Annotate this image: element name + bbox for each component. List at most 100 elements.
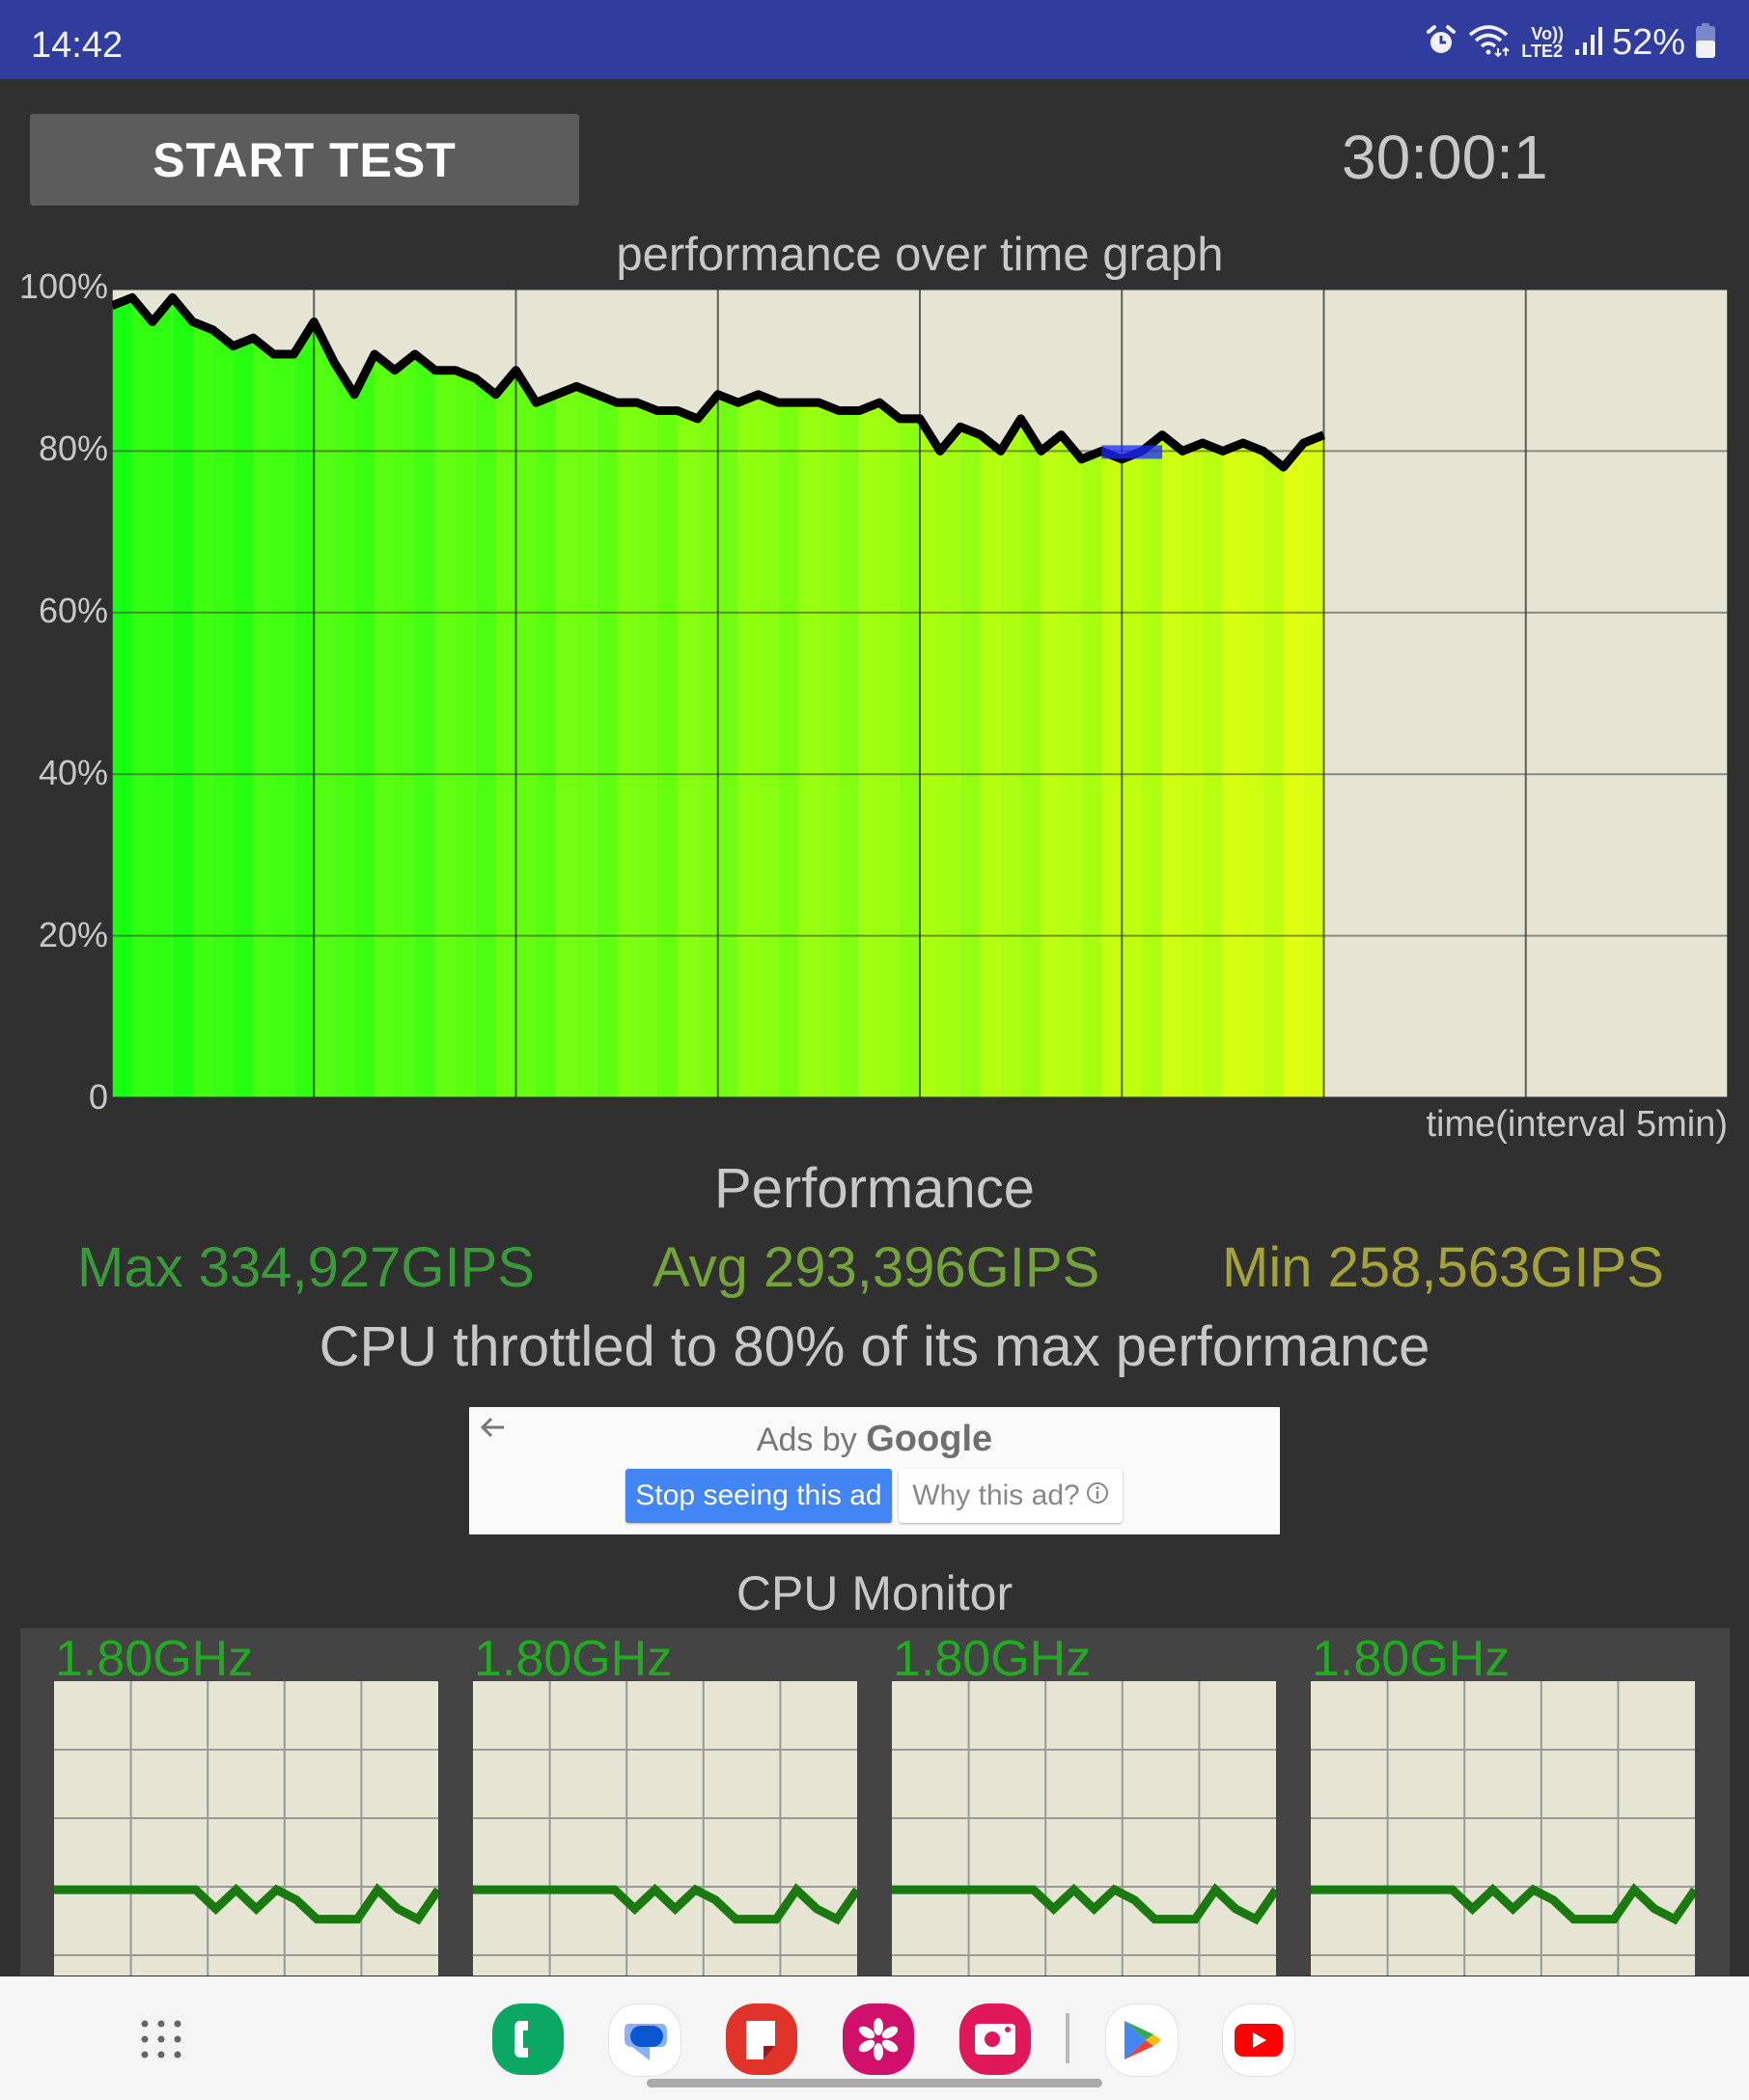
min-performance: Min 258,563GIPS — [1222, 1236, 1664, 1299]
performance-area-segment — [273, 353, 294, 1097]
performance-area-segment — [717, 394, 738, 1097]
apps-grid-icon — [141, 2020, 181, 2059]
gallery-app[interactable] — [843, 2003, 914, 2075]
why-this-ad-label: Why this ad? — [912, 1479, 1080, 1511]
y-tick-0: 0 — [88, 1077, 108, 1117]
battery-icon — [1695, 22, 1716, 63]
performance-area-segment — [617, 402, 638, 1097]
core-chart-background — [892, 1681, 1276, 1976]
performance-area-segment — [212, 329, 234, 1097]
apps-drawer-button[interactable] — [125, 2003, 197, 2075]
performance-area-segment — [778, 402, 799, 1097]
performance-area-segment — [152, 297, 173, 1097]
start-test-button[interactable]: START TEST — [30, 114, 579, 206]
performance-area-segment — [1142, 434, 1163, 1097]
info-icon — [1086, 1479, 1109, 1512]
performance-area-segment — [859, 402, 880, 1097]
performance-area-segment — [495, 370, 516, 1097]
performance-area-segment — [1061, 434, 1082, 1097]
performance-area-segment — [839, 410, 860, 1097]
performance-area-segment — [314, 321, 335, 1097]
ad-banner: Ads by Google Stop seeing this ad Why th… — [469, 1407, 1280, 1534]
performance-area-segment — [697, 394, 718, 1097]
core-4-chart — [1311, 1681, 1695, 1976]
performance-area-segment — [1000, 418, 1021, 1097]
youtube-app[interactable] — [1222, 2003, 1295, 2077]
performance-area-segment — [1242, 443, 1263, 1097]
core-3-chart — [892, 1681, 1276, 1976]
performance-area-segment — [920, 418, 940, 1097]
performance-area-segment — [192, 321, 213, 1097]
play-store-icon — [1124, 2021, 1161, 2059]
test-timer: 30:00:1 — [1342, 123, 1548, 192]
performance-area-segment — [414, 353, 435, 1097]
performance-area-segment — [737, 394, 759, 1097]
graph-title: performance over time graph — [616, 229, 1224, 281]
status-clock: 14:42 — [31, 25, 124, 66]
status-icons: Vo)) LTE2 52% — [1425, 21, 1716, 63]
stop-seeing-ad-button[interactable]: Stop seeing this ad — [625, 1469, 892, 1523]
performance-area-segment — [536, 394, 557, 1097]
why-this-ad-button[interactable]: Why this ad? — [899, 1469, 1123, 1523]
google-brand: Google — [866, 1419, 993, 1459]
y-tick-80: 80% — [38, 428, 108, 468]
messages-app[interactable] — [608, 2003, 681, 2077]
ads-by-label: Ads by — [756, 1422, 857, 1458]
performance-area-segment — [980, 434, 1001, 1097]
signal-icon — [1573, 24, 1602, 62]
performance-area-segment — [939, 427, 960, 1097]
core-2-frequency: 1.80GHz — [474, 1631, 673, 1687]
performance-area-segment — [758, 394, 779, 1097]
y-tick-60: 60% — [38, 591, 108, 630]
volte-label: Vo)) — [1531, 24, 1564, 43]
core-chart-background — [473, 1681, 857, 1976]
performance-area-segment — [959, 427, 981, 1097]
camera-icon — [975, 2024, 1015, 2055]
performance-area-segment — [455, 370, 476, 1097]
messages-icon — [625, 2024, 667, 2060]
y-tick-40: 40% — [38, 753, 108, 792]
performance-area-segment — [375, 353, 395, 1097]
performance-area-segment — [900, 418, 920, 1097]
phone-icon — [514, 2021, 528, 2058]
performance-area-segment — [656, 410, 678, 1097]
performance-area-segment — [394, 353, 415, 1097]
lte2-label: LTE2 — [1521, 41, 1563, 61]
y-tick-100: 100% — [18, 266, 108, 306]
min-marker — [1101, 445, 1163, 459]
youtube-icon — [1235, 2024, 1283, 2057]
performance-area-segment — [637, 402, 657, 1097]
performance-area-segment — [1222, 443, 1243, 1097]
core-1-frequency: 1.80GHz — [55, 1631, 254, 1687]
performance-area-segment — [434, 370, 456, 1097]
cpu-monitor-panel: 1.80GHz 1.80GHz 1.80GHz 1.80GHz — [20, 1628, 1730, 1976]
performance-area-segment — [819, 402, 840, 1097]
performance-area-segment — [879, 402, 901, 1097]
core-3-frequency: 1.80GHz — [893, 1631, 1092, 1687]
performance-area-segment — [1283, 443, 1304, 1097]
battery-percent: 52% — [1611, 21, 1685, 63]
performance-area-segment — [172, 297, 193, 1097]
throttle-summary: CPU throttled to 80% of its max performa… — [319, 1315, 1430, 1378]
performance-area-segment — [293, 321, 315, 1097]
notes-icon — [746, 2021, 775, 2059]
performance-area-segment — [475, 378, 496, 1097]
notes-app[interactable] — [726, 2003, 797, 2075]
performance-area-segment — [556, 386, 577, 1097]
y-tick-20: 20% — [38, 915, 108, 954]
camera-app[interactable] — [959, 2003, 1031, 2075]
volte-lte2-icon: Vo)) LTE2 — [1521, 25, 1564, 60]
core-2-chart — [473, 1681, 857, 1976]
core-chart-background — [1311, 1681, 1695, 1976]
core-chart-background — [54, 1681, 438, 1976]
play-store-app[interactable] — [1105, 2003, 1179, 2077]
phone-app[interactable] — [492, 2003, 564, 2075]
performance-area-segment — [1162, 434, 1183, 1097]
performance-area-segment — [112, 297, 132, 1097]
dock-divider — [1066, 2013, 1069, 2063]
cpu-monitor-title: CPU Monitor — [736, 1566, 1013, 1620]
home-gesture-bar[interactable] — [647, 2079, 1102, 2087]
max-performance: Max 334,927GIPS — [77, 1236, 535, 1299]
performance-area-segment — [677, 410, 698, 1097]
performance-area-segment — [515, 370, 537, 1097]
